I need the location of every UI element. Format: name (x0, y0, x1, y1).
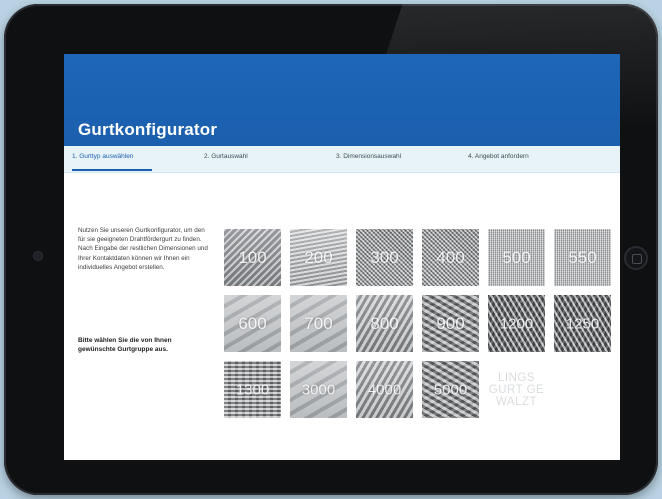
belt-group-100[interactable]: 100 (224, 229, 281, 286)
belt-group-900[interactable]: 900 (422, 295, 479, 352)
belt-group-label: 700 (304, 313, 333, 333)
belt-group-label: 800 (370, 313, 399, 333)
belt-group-label: 1250 (565, 315, 600, 332)
belt-group-label: 200 (304, 247, 333, 267)
belt-group-label: 1300 (235, 381, 270, 398)
belt-group-300[interactable]: 300 (356, 229, 413, 286)
belt-group-label: 600 (238, 313, 267, 333)
camera-icon (34, 252, 42, 260)
page-title: Gurtkonfigurator (78, 120, 218, 139)
belt-group-1300[interactable]: 1300 (224, 361, 281, 418)
tablet-device: Gurtkonfigurator 1. Gurttyp auswählen 2.… (4, 4, 658, 495)
step-navigation: 1. Gurttyp auswählen 2. Gurtauswahl 3. D… (64, 146, 620, 173)
step-2-tab[interactable]: 2. Gurtauswahl (204, 153, 248, 166)
belt-group-600[interactable]: 600 (224, 295, 281, 352)
belt-group-label: 100 (238, 247, 267, 267)
app-screen: Gurtkonfigurator 1. Gurttyp auswählen 2.… (64, 54, 620, 460)
step-3-tab[interactable]: 3. Dimensionsauswahl (336, 153, 401, 166)
belt-group-3000[interactable]: 3000 (290, 361, 347, 418)
belt-group-label: 1200 (499, 315, 534, 332)
belt-group-label: 300 (370, 247, 399, 267)
step-4-tab[interactable]: 4. Angebot anfordern (468, 153, 529, 166)
belt-group-200[interactable]: 200 (290, 229, 347, 286)
belt-group-5000[interactable]: 5000 (422, 361, 479, 418)
belt-group-label: 400 (436, 247, 465, 267)
belt-group-1250[interactable]: 1250 (554, 295, 611, 352)
belt-group-label: 550 (568, 247, 597, 267)
belt-group-grid: 100 200 300 400 500 550 600 700 800 900 … (224, 229, 614, 449)
belt-group-label: LINGS GURT GE WALZT (488, 371, 545, 408)
belt-group-label: 3000 (301, 381, 336, 398)
step-1-tab[interactable]: 1. Gurttyp auswählen (72, 153, 133, 166)
belt-group-label: 500 (502, 247, 531, 267)
belt-group-4000[interactable]: 4000 (356, 361, 413, 418)
intro-text: Nutzen Sie unseren Gurtkonfigurator, um … (78, 227, 208, 271)
active-step-indicator (72, 169, 152, 171)
selection-prompt: Bitte wählen Sie die von Ihnen gewünscht… (78, 337, 172, 353)
belt-group-550[interactable]: 550 (554, 229, 611, 286)
home-button[interactable] (624, 246, 648, 270)
belt-group-label: 900 (436, 313, 465, 333)
belt-group-700[interactable]: 700 (290, 295, 347, 352)
belt-group-lings-gurt[interactable]: LINGS GURT GE WALZT (488, 361, 545, 418)
belt-group-1200[interactable]: 1200 (488, 295, 545, 352)
belt-group-800[interactable]: 800 (356, 295, 413, 352)
belt-group-400[interactable]: 400 (422, 229, 479, 286)
app-header: Gurtkonfigurator (64, 54, 620, 146)
belt-group-500[interactable]: 500 (488, 229, 545, 286)
belt-group-label: 4000 (367, 381, 402, 398)
belt-group-label: 5000 (433, 381, 468, 398)
